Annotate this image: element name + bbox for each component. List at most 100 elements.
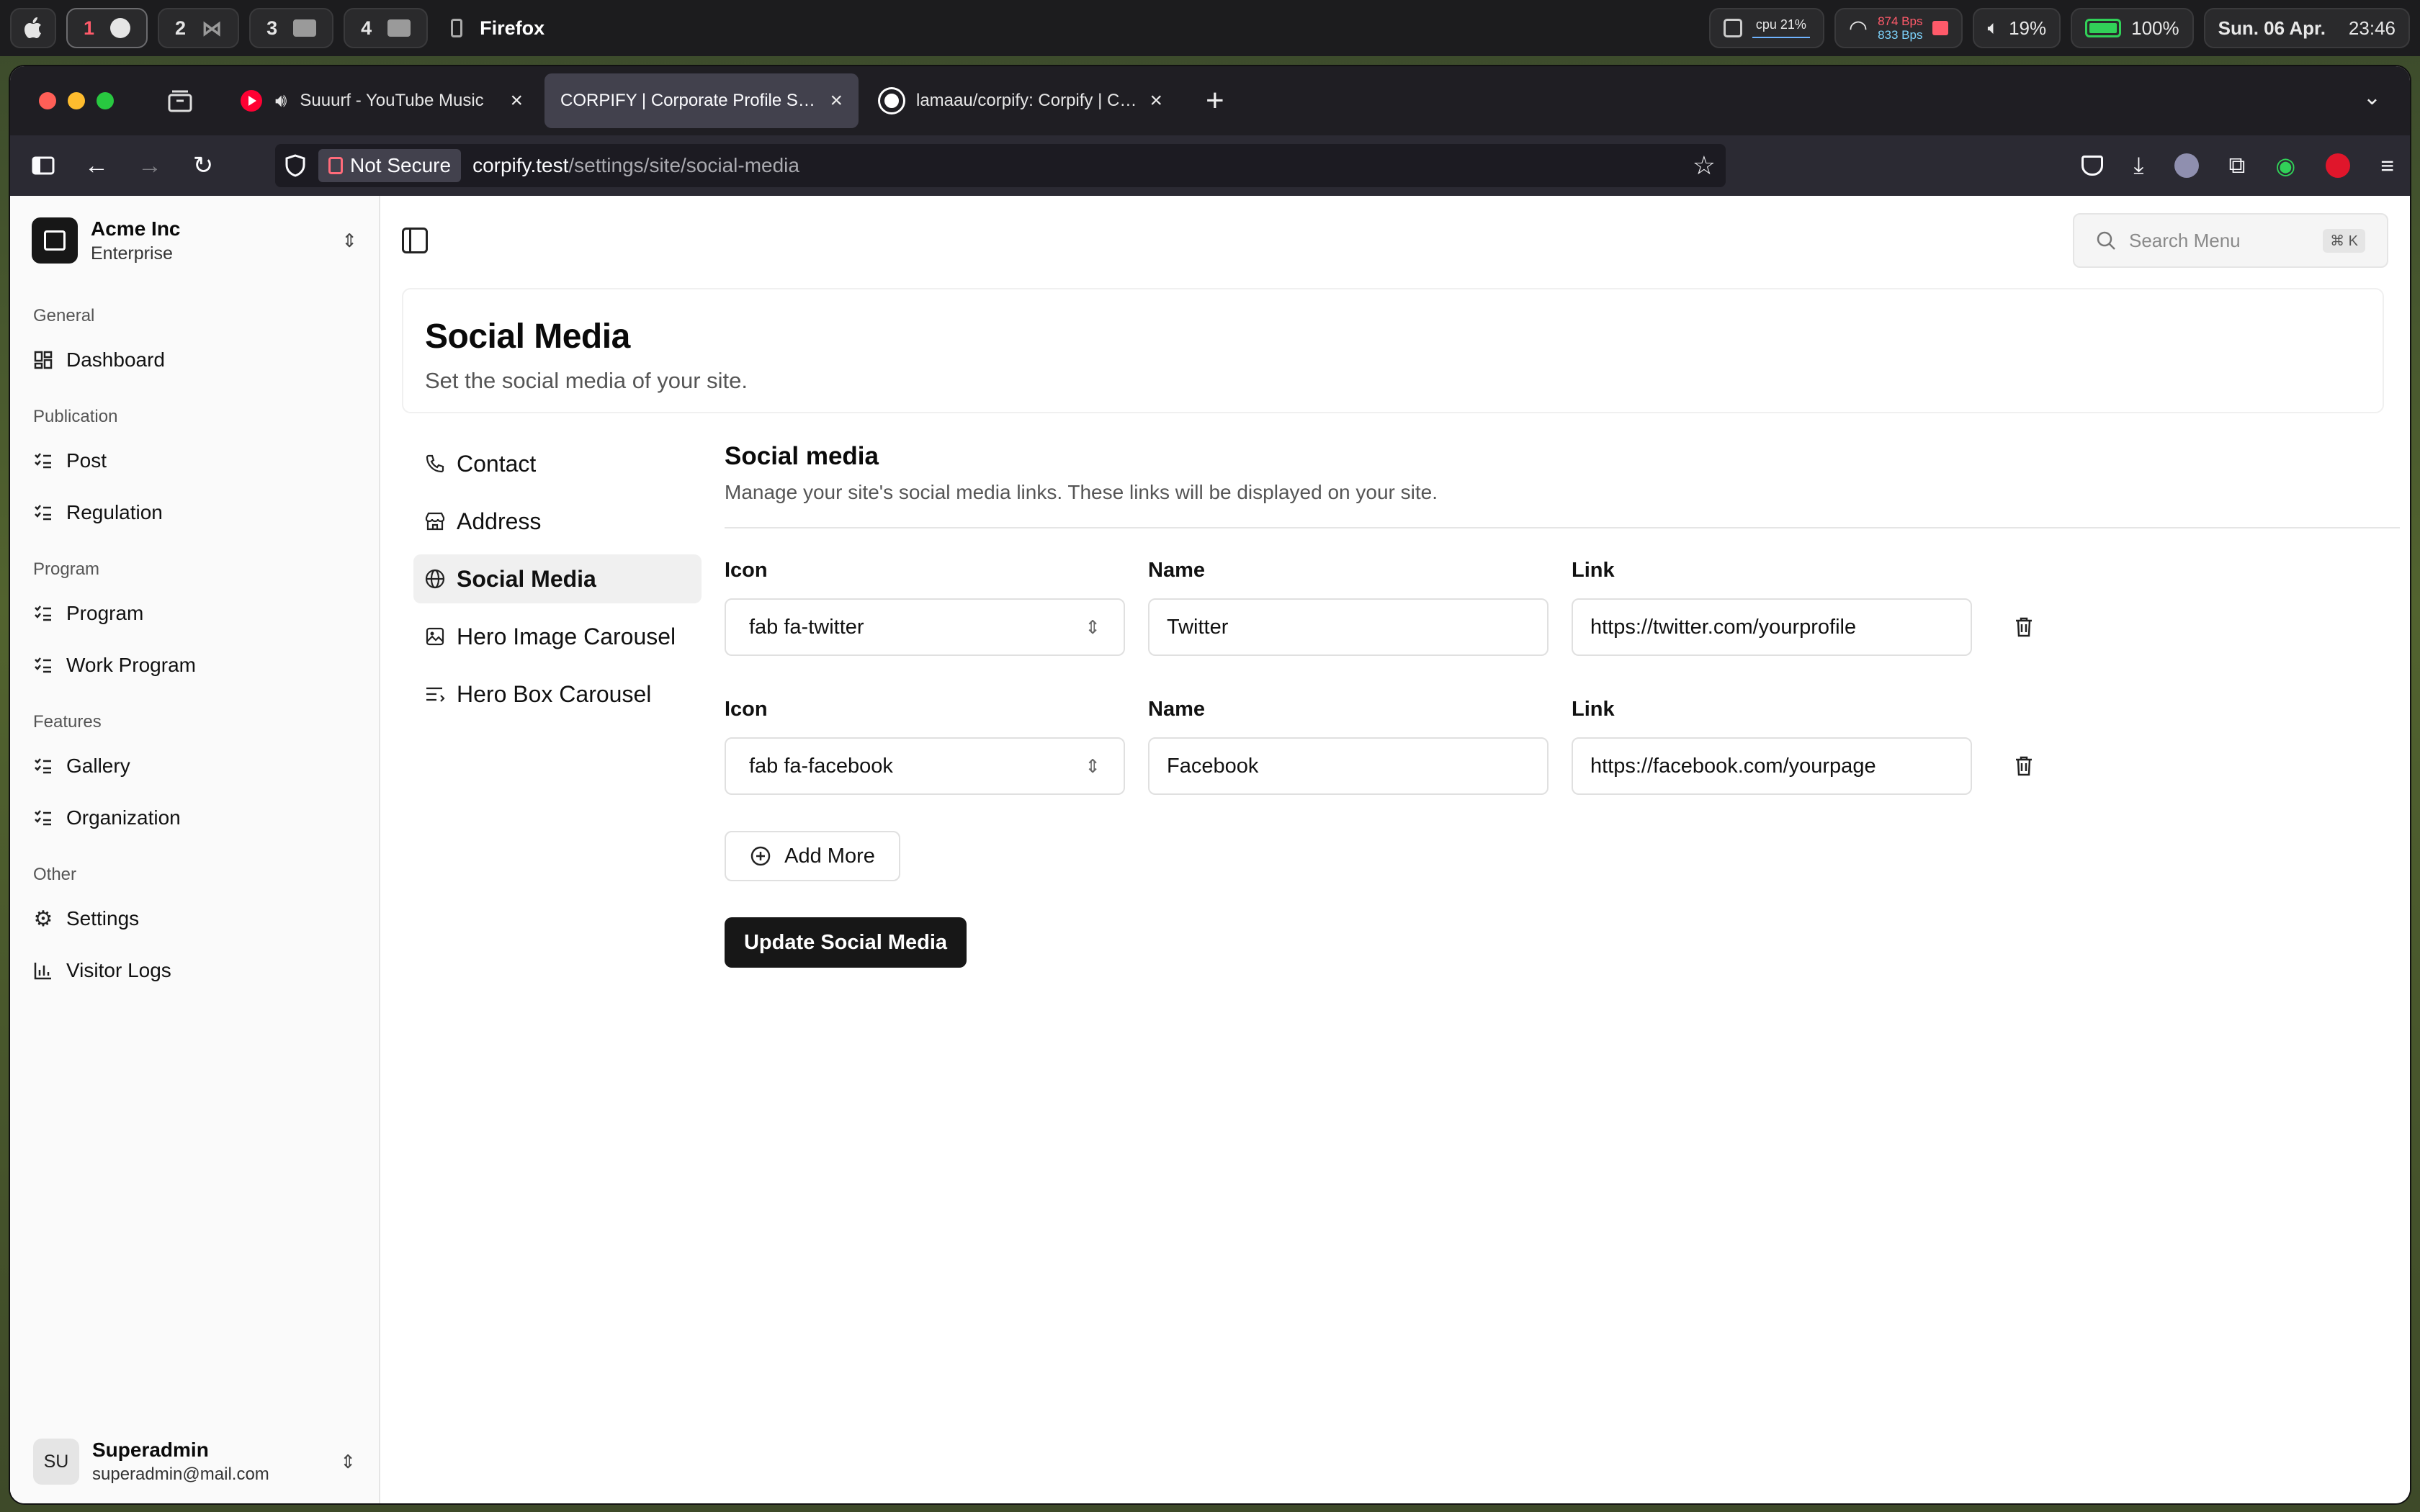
name-field: Name Twitter	[1148, 559, 1549, 656]
sidebar-item-label: Visitor Logs	[66, 959, 171, 981]
sidebar-item-dashboard[interactable]: Dashboard	[33, 334, 356, 386]
hamburger-menu-icon[interactable]: ≡	[2380, 153, 2394, 179]
subnav-item-contact[interactable]: Contact	[413, 439, 702, 488]
panel-left-icon[interactable]	[402, 228, 428, 253]
pocket-icon[interactable]	[2081, 156, 2104, 176]
adblock-icon[interactable]	[2326, 153, 2351, 178]
tab-youtube-music[interactable]: 🔊︎ Suuurf - YouTube Music ×	[225, 73, 539, 128]
search-icon	[2097, 231, 2115, 250]
extensions-icon[interactable]: ⧉	[2229, 152, 2246, 179]
icon-select[interactable]: fab fa-twitter ⇕	[725, 598, 1125, 656]
clock-widget[interactable]: Sun. 06 Apr. 23:46	[2203, 8, 2410, 48]
close-window-button[interactable]	[39, 92, 56, 109]
search-menu-button[interactable]: Search Menu ⌘ K	[2073, 213, 2388, 268]
sidebar-item-visitor-logs[interactable]: Visitor Logs	[33, 945, 356, 996]
workspace-1[interactable]: 1	[66, 8, 148, 48]
sidebar-item-label: Program	[66, 602, 144, 624]
settings-content: Contact Address Social Media Hero Image …	[380, 413, 2410, 968]
nav-group-other: Other ⚙ Settings Visitor Logs	[10, 857, 379, 996]
chevron-down-icon[interactable]: ⌄	[2363, 85, 2381, 110]
name-input[interactable]: Twitter	[1148, 598, 1549, 656]
reload-icon[interactable]: ↻	[186, 148, 220, 183]
sidebar-item-label: Gallery	[66, 755, 130, 777]
chevrons-up-down-icon: ⇕	[1085, 616, 1101, 638]
tab-bar: 🔊︎ Suuurf - YouTube Music × CORPIFY | Co…	[10, 66, 2410, 135]
top-bar: Search Menu ⌘ K	[380, 196, 2410, 285]
icon-select[interactable]: fab fa-facebook ⇕	[725, 737, 1125, 795]
subnav-item-hero-image-carousel[interactable]: Hero Image Carousel	[413, 612, 702, 661]
cpu-icon	[1723, 19, 1742, 37]
chevrons-up-down-icon: ⇕	[1085, 755, 1101, 777]
workspace-3[interactable]: 3	[249, 8, 334, 48]
battery-widget[interactable]: 100%	[2071, 8, 2194, 48]
subnav-item-hero-box-carousel[interactable]: Hero Box Carousel	[413, 670, 702, 719]
cpu-widget[interactable]: cpu 21%	[1708, 8, 1824, 48]
user-email: superadmin@mail.com	[92, 1464, 269, 1484]
sidebar-item-work-program[interactable]: Work Program	[33, 639, 356, 691]
store-icon	[424, 510, 447, 533]
team-logo-icon	[32, 217, 78, 264]
extension-avatar-icon[interactable]	[2174, 153, 2199, 178]
zoom-window-button[interactable]	[97, 92, 114, 109]
net-up: 874 Bps	[1878, 14, 1923, 28]
active-app-name: Firefox	[480, 17, 545, 39]
sidebar-item-regulation[interactable]: Regulation	[33, 487, 356, 539]
volume-widget[interactable]: 🔈︎ 19%	[1973, 8, 2061, 48]
add-more-button[interactable]: Add More	[725, 831, 900, 881]
sidebar-toggle-icon[interactable]	[26, 148, 60, 183]
page-title: Social Media	[425, 318, 630, 356]
field-label: Link	[1572, 698, 1615, 721]
site-security-button[interactable]: Not Secure	[318, 149, 462, 182]
link-input[interactable]: https://facebook.com/yourpage	[1572, 737, 1972, 795]
apple-menu-icon[interactable]	[10, 8, 56, 48]
sidebar-item-post[interactable]: Post	[33, 435, 356, 487]
window-icon	[387, 19, 411, 37]
link-input[interactable]: https://twitter.com/yourprofile	[1572, 598, 1972, 656]
forward-icon[interactable]: →	[133, 148, 167, 183]
close-tab-icon[interactable]: ×	[830, 89, 843, 113]
url-host: corpify.test	[472, 154, 569, 176]
workspace-4[interactable]: 4	[344, 8, 429, 48]
social-media-form: Social media Manage your site's social m…	[725, 439, 2400, 968]
network-widget[interactable]: ◠ 874 Bps 833 Bps	[1834, 8, 1963, 48]
new-tab-icon[interactable]: +	[1206, 83, 1224, 119]
team-name: Acme Inc	[91, 217, 181, 240]
minimize-window-button[interactable]	[68, 92, 85, 109]
subnav-item-social-media[interactable]: Social Media	[413, 554, 702, 603]
close-tab-icon[interactable]: ×	[1150, 89, 1162, 113]
window-controls	[39, 92, 114, 109]
tab-overview-icon[interactable]	[164, 85, 196, 117]
tab-github[interactable]: lamaau/corpify: Corpify | Corporate Prof…	[864, 73, 1178, 128]
github-icon	[880, 89, 903, 112]
date-text: Sun. 06 Apr.	[2218, 17, 2326, 39]
delete-row-button[interactable]	[1995, 598, 2053, 656]
workspace-2[interactable]: 2 ⋈	[158, 8, 240, 48]
bar-chart-icon	[33, 960, 53, 981]
subnav-item-address[interactable]: Address	[413, 497, 702, 546]
dashboard-icon	[33, 350, 53, 370]
sidebar-item-program[interactable]: Program	[33, 588, 356, 639]
sidebar-item-gallery[interactable]: Gallery	[33, 740, 356, 792]
speaker-icon: 🔈︎	[1987, 17, 1999, 38]
list-checks-icon	[33, 655, 53, 675]
close-tab-icon[interactable]: ×	[510, 89, 523, 113]
sidebar-item-organization[interactable]: Organization	[33, 792, 356, 844]
delete-row-button[interactable]	[1995, 737, 2053, 795]
user-menu[interactable]: SU Superadmin superadmin@mail.com ⇕	[10, 1427, 379, 1496]
back-icon[interactable]: ←	[79, 148, 114, 183]
tab-corpify[interactable]: CORPIFY | Corporate Profile Showcase ×	[544, 73, 859, 128]
name-input[interactable]: Facebook	[1148, 737, 1549, 795]
unlock-icon	[1932, 21, 1949, 35]
download-icon[interactable]: ⤓	[2133, 152, 2143, 179]
subnav-label: Address	[457, 508, 542, 534]
eye-extension-icon[interactable]: ◉	[2275, 152, 2295, 179]
window-icon	[293, 19, 317, 37]
speaker-icon[interactable]: 🔊︎	[275, 89, 287, 112]
form-description: Manage your site's social media links. T…	[725, 481, 1438, 503]
address-bar[interactable]: Not Secure corpify.test/settings/site/so…	[275, 144, 1726, 187]
shield-icon	[285, 154, 305, 177]
team-switcher[interactable]: Acme Inc Enterprise ⇕	[10, 196, 379, 285]
sidebar-item-settings[interactable]: ⚙ Settings	[33, 893, 356, 945]
bookmark-star-icon[interactable]: ☆	[1693, 150, 1716, 181]
update-social-media-button[interactable]: Update Social Media	[725, 917, 967, 968]
